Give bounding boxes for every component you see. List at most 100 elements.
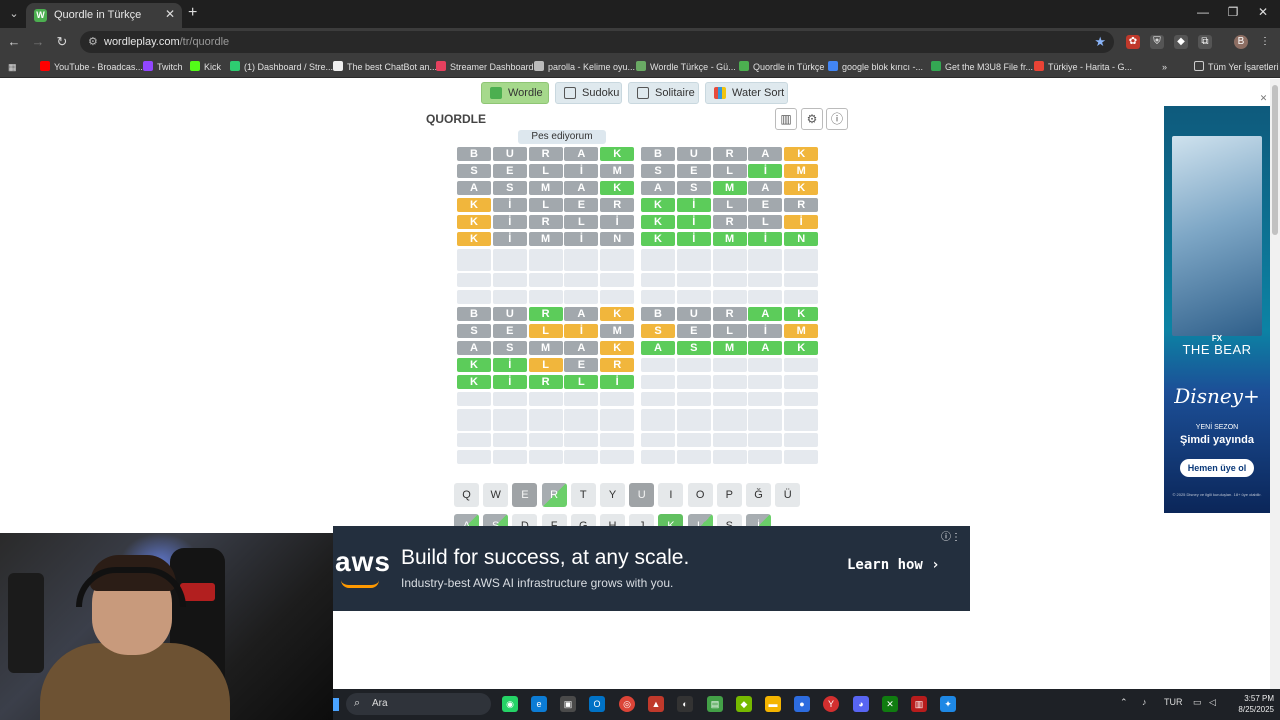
key-i[interactable]: I [658,483,684,507]
network-icon[interactable]: ▭ [1193,697,1202,708]
nvidia-icon[interactable]: ◆ [736,696,752,712]
board-tile: K [784,147,819,161]
yandex-icon[interactable]: Y [823,696,839,712]
start-icon[interactable] [333,698,339,711]
browser-menu-icon[interactable]: ⋮ [1258,35,1272,49]
key-t[interactable]: T [570,483,596,507]
board-tile-empty [676,249,711,271]
page-scrollbar[interactable] [1270,79,1280,689]
app-icon[interactable]: ✦ [940,696,956,712]
ad-close-icon[interactable]: ✕ [1258,93,1269,104]
discord-icon[interactable]: ◕ [853,696,869,712]
aws-ad-banner[interactable]: aws Build for success, at any scale. Ind… [333,526,970,611]
key-q[interactable]: Q [454,483,479,507]
bookmark-item[interactable]: The best ChatBot an... [333,60,437,74]
learn-how-link[interactable]: Learn how › [847,557,940,573]
board-tile: S [492,181,527,195]
bookmark-item[interactable]: Twitch [143,60,183,74]
key-ğ[interactable]: Ğ [746,483,771,507]
bookmark-item[interactable]: Kick [190,60,221,74]
info-icon[interactable]: ⓘ [826,108,848,130]
volume-icon[interactable]: ◁ [1209,697,1216,708]
back-icon[interactable]: ← [6,34,22,49]
shield-extension-icon[interactable]: ⛨ [1150,35,1164,49]
ad-cta-button[interactable]: Hemen üye ol [1180,459,1254,477]
settings-gear-icon[interactable]: ⚙ [801,108,823,130]
chrome-icon[interactable]: ◎ [619,696,635,712]
mic-tray-icon[interactable]: ♪ [1142,697,1147,707]
key-ü[interactable]: Ü [775,483,801,507]
bookmark-item[interactable]: Wordle Türkçe - Gü... [636,60,736,74]
forward-icon[interactable]: → [30,34,46,49]
key-e[interactable]: E [512,483,538,507]
tab-search-icon[interactable]: ⌄ [6,6,22,22]
scrollbar-thumb[interactable] [1272,85,1278,235]
ad-info-icon[interactable]: ⓘ⋮ [941,528,961,543]
board-tile: İ [748,164,783,178]
nav-wordle-button[interactable]: Wordle [481,82,549,104]
nav-water-sort-button[interactable]: Water Sort [705,82,788,104]
board-tile-empty [712,358,747,372]
bookmark-item[interactable]: Streamer Dashboard [436,60,534,74]
apps-grid-icon[interactable]: ▦ [8,60,17,74]
stats-icon[interactable]: ▥ [775,108,797,130]
more-bookmarks-icon[interactable]: » [1162,60,1167,74]
address-bar[interactable]: ⚙ wordleplay.com/tr/quordle ★ [80,31,1114,53]
edge-icon[interactable]: e [531,696,547,712]
app-icon[interactable]: ▲ [648,696,664,712]
key-u[interactable]: U [629,483,655,507]
tray-chevron-icon[interactable]: ⌃ [1120,697,1128,708]
nav-sudoku-button[interactable]: Sudoku [555,82,622,104]
new-tab-icon[interactable]: + [188,4,197,22]
board-tile-empty [492,392,527,406]
file-explorer-icon[interactable]: ▬ [765,696,781,712]
minimize-icon[interactable]: — [1196,5,1210,19]
reload-icon[interactable]: ↻ [54,34,70,50]
bookmark-item[interactable]: parolla - Kelime oyu... [534,60,635,74]
extension-icon[interactable]: ✿ [1126,35,1140,49]
give-up-button[interactable]: Pes ediyorum [518,130,606,144]
obs-icon[interactable]: ◐ [677,696,693,712]
board-tile-empty [457,392,491,406]
key-p[interactable]: P [716,483,742,507]
tab-close-icon[interactable]: ✕ [165,7,175,21]
site-info-icon[interactable]: ⚙ [88,35,98,48]
board-tile: L [712,198,747,212]
key-o[interactable]: O [687,483,713,507]
bookmark-item[interactable]: (1) Dashboard / Stre... [230,60,333,74]
close-window-icon[interactable]: ✕ [1256,5,1270,19]
app-icon[interactable]: ▥ [911,696,927,712]
store-icon[interactable]: ▣ [560,696,576,712]
language-indicator[interactable]: TUR [1164,697,1183,707]
board-tile: A [748,341,783,355]
whatsapp-icon[interactable]: ◉ [502,696,518,712]
outlook-icon[interactable]: O [589,696,605,712]
bookmark-item[interactable]: Türkiye - Harita - G... [1034,60,1132,74]
bookmark-item[interactable]: google blok kırıcı -... [828,60,923,74]
all-bookmarks-folder[interactable]: Tüm Yer İşaretleri [1194,60,1279,74]
board-tile: K [784,307,819,321]
app-icon[interactable]: ● [794,696,810,712]
app-icon[interactable]: ▤ [707,696,723,712]
disney-ad[interactable]: FX THE BEAR Disney+ YENİ SEZON Şimdi yay… [1164,106,1270,513]
board-tile: S [641,324,675,338]
bookmark-item[interactable]: YouTube - Broadcas... [40,60,143,74]
key-y[interactable]: Y [600,483,625,507]
restore-icon[interactable]: ❐ [1226,5,1240,19]
nav-solitaire-button[interactable]: Solitaire [628,82,699,104]
wordle-icon [490,87,502,99]
taskbar-clock[interactable]: 3:57 PM 8/25/2025 [1226,693,1274,715]
extensions-puzzle-icon[interactable]: ⧉ [1198,35,1212,49]
diamond-extension-icon[interactable]: ◆ [1174,35,1188,49]
taskbar-search[interactable]: ⌕ Ara [346,693,491,715]
board-tile: A [564,341,599,355]
browser-tab[interactable]: W Quordle in Türkçe ✕ [26,3,182,28]
profile-avatar[interactable]: B [1234,35,1248,49]
bookmark-star-icon[interactable]: ★ [1094,34,1106,50]
key-r[interactable]: R [541,483,567,507]
board-tile-empty [712,375,747,389]
bookmark-item[interactable]: Get the M3U8 File fr... [931,60,1033,74]
xbox-icon[interactable]: ✕ [882,696,898,712]
bookmark-item[interactable]: Quordle in Türkçe [739,60,824,74]
key-w[interactable]: W [483,483,509,507]
